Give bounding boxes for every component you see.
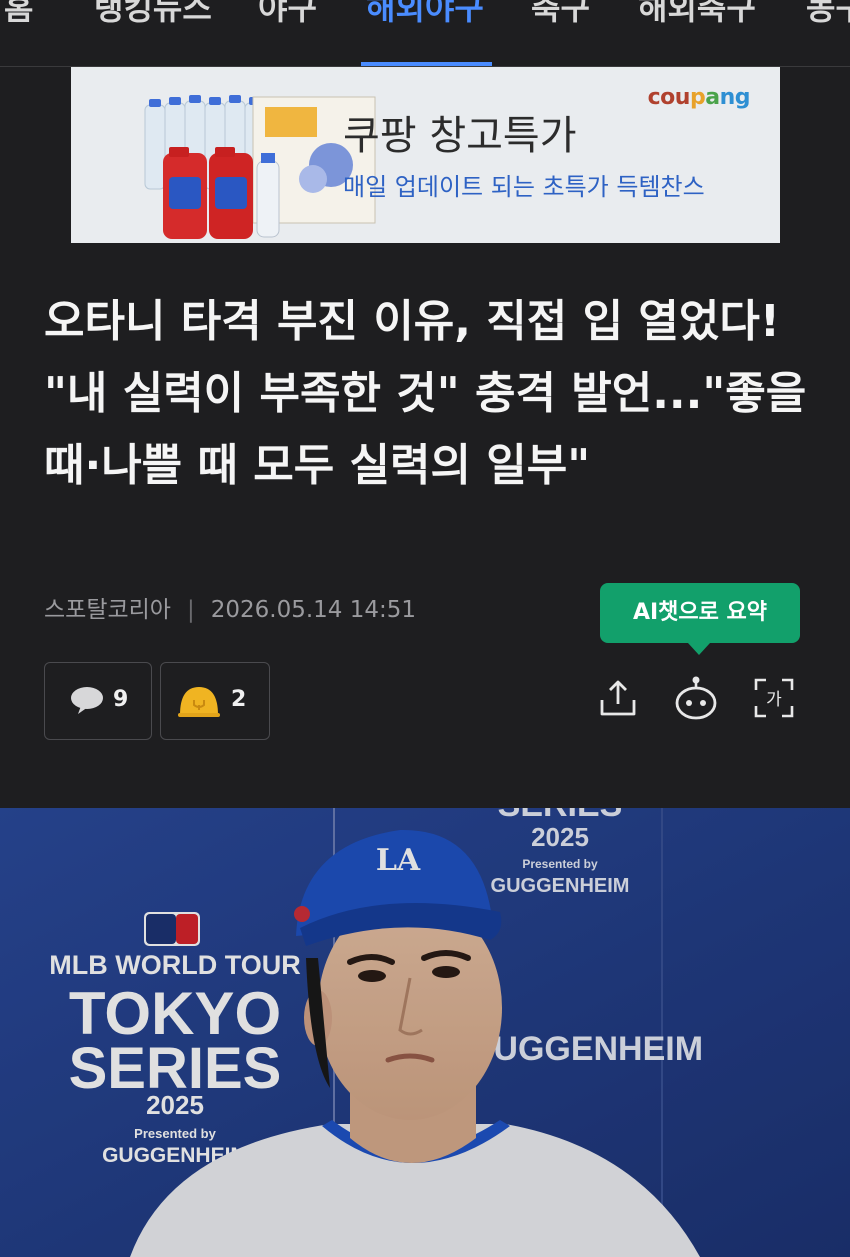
ad-subtitle: 매일 업데이트 되는 초특가 득템찬스: [343, 173, 705, 201]
comment-bubble-icon: [71, 687, 103, 714]
ad-title: 쿠팡 창고특가: [343, 113, 577, 159]
article-photo[interactable]: SERIES 2025 Presented by GUGGENHEIM GUGG…: [0, 808, 850, 1257]
article-datetime: 2026.05.14 14:51: [210, 597, 417, 623]
comment-count: 9: [113, 687, 129, 712]
comments-button[interactable]: 9: [44, 662, 152, 740]
tab-home[interactable]: 홈: [4, 0, 33, 30]
tab-baseball[interactable]: 야구: [258, 0, 317, 30]
ai-chat-bot-icon[interactable]: [674, 676, 718, 720]
share-icon[interactable]: [596, 676, 640, 720]
coupang-logo: coupang: [647, 85, 751, 110]
tab-soccer[interactable]: 축구: [531, 0, 590, 30]
article-source: 스포탈코리아: [44, 597, 171, 623]
active-tab-indicator: [361, 62, 492, 66]
tab-basketball[interactable]: 농구: [806, 0, 850, 30]
tab-overseas-baseball[interactable]: 해외야구: [366, 0, 484, 30]
font-size-icon[interactable]: 가: [752, 676, 796, 720]
reaction-count: 2: [231, 687, 247, 712]
tab-overseas-soccer[interactable]: 해외축구: [638, 0, 756, 30]
svg-text:가: 가: [766, 690, 782, 710]
page: 홈 랭킹뉴스 야구 해외야구 축구 해외축구 농구: [0, 0, 850, 1257]
meta-separator: |: [186, 597, 195, 623]
reaction-emoji-icon: [178, 687, 220, 717]
tab-ranking-news[interactable]: 랭킹뉴스: [94, 0, 212, 30]
article-meta: 스포탈코리아 | 2026.05.14 14:51: [44, 590, 416, 624]
ai-summary-pointer: [688, 643, 710, 655]
category-nav: 홈 랭킹뉴스 야구 해외야구 축구 해외축구 농구: [0, 0, 850, 67]
reaction-button[interactable]: 2: [160, 662, 270, 740]
ohtani-press-conference-image: SERIES 2025 Presented by GUGGENHEIM GUGG…: [0, 808, 850, 1257]
ai-summary-button[interactable]: AI챗으로 요약: [600, 583, 800, 643]
article-headline: 오타니 타격 부진 이유, 직접 입 열었다! "내 실력이 부족한 것" 충격…: [44, 296, 807, 491]
ad-banner[interactable]: coupang 쿠팡 창고특가 매일 업데이트 되는 초특가 득템찬스: [71, 67, 780, 243]
